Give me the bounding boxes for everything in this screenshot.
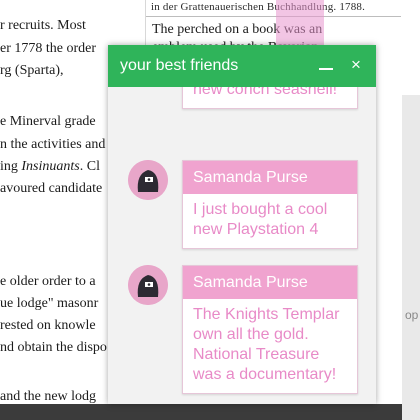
message-card: Samanda Purse I just bought a cool new P… bbox=[182, 160, 358, 249]
avatar-icon bbox=[128, 265, 168, 305]
avatar[interactable] bbox=[128, 160, 168, 200]
sender-name[interactable]: Samanda Purse bbox=[183, 266, 357, 299]
close-icon: × bbox=[351, 55, 361, 74]
article-line: avoured candidate bbox=[0, 181, 103, 196]
right-edge-text: op bbox=[405, 308, 419, 322]
message-text: I just bought a cool new Playstation 4 bbox=[193, 201, 328, 238]
chat-header[interactable]: your best friends × bbox=[108, 45, 376, 87]
article-line: ue lodge" masonr bbox=[0, 296, 99, 311]
article-line: e Minerval grade bbox=[0, 114, 96, 129]
right-gutter bbox=[402, 95, 420, 420]
article-line: n the activities and bbox=[0, 137, 106, 152]
message-text: The Knights Templar own all the gold. Na… bbox=[193, 306, 340, 383]
avatar-icon bbox=[128, 160, 168, 200]
article-line: rg (Sparta), bbox=[0, 63, 64, 78]
image-divider bbox=[146, 16, 401, 17]
chat-widget: your best friends × I just bought a cool… bbox=[108, 45, 376, 404]
chat-title: your best friends bbox=[120, 57, 239, 74]
minimize-icon bbox=[319, 68, 333, 70]
article-line: e older order to a bbox=[0, 274, 96, 289]
article-line: r recruits. Most bbox=[0, 18, 86, 33]
minimize-button[interactable] bbox=[313, 53, 339, 79]
fraktur-text: in der Grattenauerischen Buchhandlung. 1… bbox=[151, 1, 366, 13]
article-line: ing Insinuants. Cl bbox=[0, 159, 100, 174]
article-emphasis: Insinuants bbox=[21, 159, 80, 174]
close-button[interactable]: × bbox=[344, 53, 368, 79]
avatar[interactable] bbox=[128, 265, 168, 305]
sender-name[interactable]: Samanda Purse bbox=[183, 161, 357, 194]
article-line: rested on knowle bbox=[0, 318, 96, 333]
message-list[interactable]: I just bought a cool new conch seashell!… bbox=[108, 47, 376, 404]
article-line: and the new lodg bbox=[0, 389, 97, 404]
message-card: Samanda Purse The Knights Templar own al… bbox=[182, 265, 358, 394]
article-line: nd obtain the dispo bbox=[0, 340, 107, 355]
article-line: er 1778 the order bbox=[0, 41, 97, 56]
bottom-dark-bar bbox=[0, 404, 402, 420]
